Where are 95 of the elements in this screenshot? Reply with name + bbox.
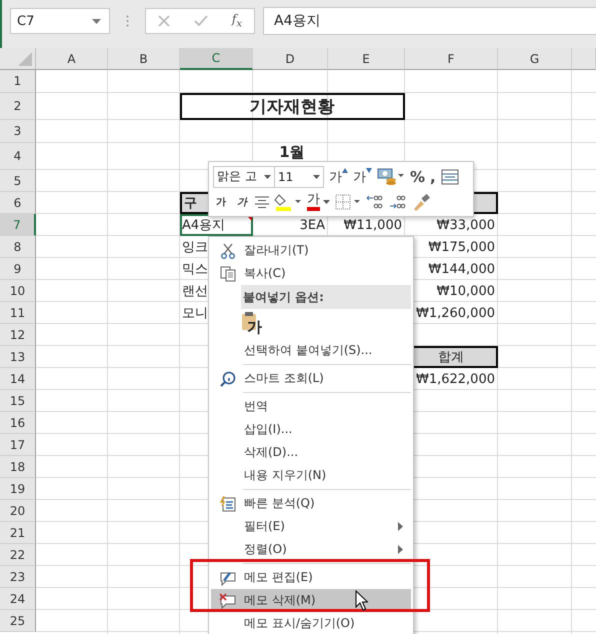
decrease-font-button[interactable]: 가 <box>353 168 372 186</box>
row-header[interactable]: 16 <box>0 412 36 434</box>
table-cell-text: 3EA <box>298 216 326 234</box>
font-select[interactable]: 맑은 고 <box>213 166 275 188</box>
menu-item[interactable]: 번역 <box>211 395 411 418</box>
row-header[interactable]: 20 <box>0 500 36 522</box>
menu-item[interactable]: 필터(E) <box>211 515 411 538</box>
column-header[interactable]: A <box>36 48 108 70</box>
table-cell-text: 랜선 <box>181 283 209 301</box>
table-cell-text: 잉크 <box>181 239 209 257</box>
percent-button[interactable]: % <box>410 168 426 186</box>
money-icon[interactable] <box>377 168 405 186</box>
cell-reference: C7 <box>17 14 34 28</box>
row-header[interactable]: 14 <box>0 368 36 390</box>
row-header[interactable]: 19 <box>0 478 36 500</box>
menu-item[interactable]: 정렬(O) <box>211 538 411 561</box>
row-header[interactable]: 12 <box>0 324 36 346</box>
borders-icon[interactable] <box>335 194 361 210</box>
row-header[interactable]: 13 <box>0 346 36 368</box>
row-header[interactable]: 11 <box>0 302 36 324</box>
align-center-icon[interactable] <box>255 196 269 208</box>
comment-delete-icon <box>218 592 236 608</box>
mouse-pointer-icon <box>355 590 368 611</box>
comma-button[interactable]: , <box>430 168 436 186</box>
row-header[interactable]: 8 <box>0 236 36 258</box>
menu-item[interactable]: 메모 표시/숨기기(O) <box>211 612 411 634</box>
caret-icon[interactable] <box>313 174 320 178</box>
drag-handle-icon[interactable] <box>126 15 129 27</box>
table-cell-text: 믹스 <box>181 261 209 279</box>
caret-icon[interactable] <box>264 174 271 178</box>
comment-pencil-icon <box>218 570 236 586</box>
table-cell-text: ₩11,000 <box>342 216 403 234</box>
row-header[interactable]: 24 <box>0 588 36 610</box>
name-box[interactable]: C7 <box>10 8 110 34</box>
column-header[interactable]: E <box>328 48 405 70</box>
table-cell-text: ₩33,000 <box>436 216 496 234</box>
bold-button[interactable]: 가 <box>216 194 226 208</box>
menu-item[interactable]: 메모 편집(E) <box>211 566 411 589</box>
down-triangle-icon <box>366 168 372 172</box>
row-header[interactable]: 7 <box>0 214 36 236</box>
table-cell-text: 1월 <box>278 143 306 163</box>
menu-section-title: 붙여넣기 옵션: <box>243 288 324 306</box>
row-header[interactable]: 22 <box>0 544 36 566</box>
caret-icon[interactable] <box>92 18 101 24</box>
increase-font-button[interactable]: 가 <box>329 168 348 186</box>
table-cell-text: ₩1,622,000 <box>414 370 496 388</box>
increase-decimal-icon[interactable] <box>366 194 384 210</box>
row-header[interactable]: 15 <box>0 390 36 412</box>
copy-icon <box>220 266 236 282</box>
paste-option-button[interactable]: 가 <box>241 311 265 337</box>
table-cell-text: ₩10,000 <box>436 282 496 300</box>
table-cell-text: ₩144,000 <box>427 260 496 278</box>
menu-item[interactable]: 스마트 조회(L) <box>211 367 411 390</box>
caret-icon <box>323 200 330 204</box>
magnifier-icon <box>220 370 236 386</box>
column-header[interactable]: F <box>405 48 498 70</box>
quick-analysis-icon <box>220 496 236 512</box>
row-header[interactable]: 9 <box>0 258 36 280</box>
italic-button[interactable]: 가 <box>237 194 247 208</box>
table-cell: 기자재현황 <box>180 93 405 120</box>
row-header[interactable]: 18 <box>0 456 36 478</box>
font-size-select[interactable]: 11 <box>274 166 324 188</box>
menu-item[interactable]: 삭제(D)... <box>211 441 411 464</box>
wrap-icon[interactable] <box>440 168 459 184</box>
formula-field[interactable]: A4용지 <box>263 7 596 35</box>
column-header[interactable]: G <box>498 48 572 70</box>
menu-item[interactable]: 빠른 분석(Q) <box>211 492 411 515</box>
menu-item[interactable]: 잘라내기(T) <box>211 239 411 262</box>
font-color-button[interactable]: 가 <box>307 192 330 210</box>
fill-color-icon[interactable] <box>274 192 302 210</box>
table-cell-text: ₩1,260,000 <box>414 304 496 322</box>
row-header[interactable]: 25 <box>0 610 36 632</box>
row-header[interactable]: 1 <box>0 70 36 93</box>
column-header[interactable]: C <box>180 48 253 70</box>
row-header[interactable]: 3 <box>0 120 36 143</box>
paintbrush-icon[interactable] <box>412 192 432 210</box>
column-header[interactable]: D <box>253 48 328 70</box>
menu-item[interactable]: 복사(C) <box>211 262 411 285</box>
row-header[interactable]: 10 <box>0 280 36 302</box>
row-header[interactable]: 4 <box>0 143 36 170</box>
row-header[interactable]: 21 <box>0 522 36 544</box>
row-header[interactable]: 17 <box>0 434 36 456</box>
insert-function-button[interactable]: f$_{x}$ <box>232 12 242 30</box>
table-cell-text: 모니 <box>181 305 209 323</box>
row-header[interactable]: 2 <box>0 93 36 120</box>
up-triangle-icon <box>342 168 348 172</box>
scissors-icon <box>220 242 236 258</box>
table-cell: A4용지 <box>180 214 253 236</box>
row-header[interactable]: 5 <box>0 170 36 192</box>
row-header[interactable]: 23 <box>0 566 36 588</box>
table-cell-text: ₩175,000 <box>427 238 496 256</box>
menu-item[interactable]: 내용 지우기(N) <box>211 464 411 487</box>
row-header[interactable]: 6 <box>0 192 36 214</box>
menu-item[interactable]: 삽입(I)... <box>211 418 411 441</box>
decrease-decimal-icon[interactable] <box>389 194 407 210</box>
